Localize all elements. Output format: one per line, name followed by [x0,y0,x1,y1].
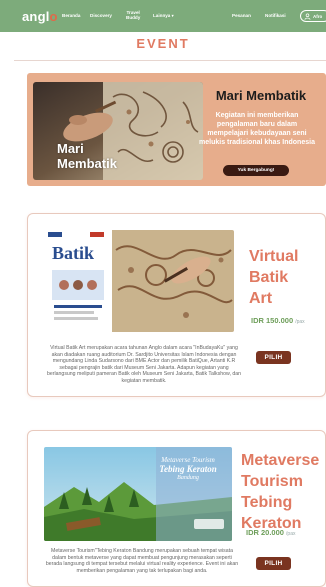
nav-travel-buddy[interactable]: Travel Buddy [126,10,140,20]
user-icon [304,12,311,20]
join-button[interactable]: Yuk Bergabung! [223,165,289,176]
event-price-virtual-batik: IDR 150.000 /pax [251,316,305,325]
event-price-metaverse: IDR 20.000 /pax [246,528,296,537]
nav-notifikasi[interactable]: Notifikasi [265,13,286,18]
top-navbar: anglo Beranda Discovery Travel Buddy Lai… [0,0,326,32]
event-title-metaverse: Metaverse Tourism Tebing Keraton [241,452,320,532]
pilih-button-metaverse[interactable]: PILIH [256,557,291,570]
nav-pesanan[interactable]: Pesanan [232,13,251,18]
event-page: anglo Beranda Discovery Travel Buddy Lai… [0,0,326,587]
poster-title: Batik [52,243,95,263]
pilih-button-virtual-batik[interactable]: PILIH [256,351,291,364]
event-description-metaverse: Metaverse Tourism"Tebing Keraton Bandung… [45,548,239,574]
profile-name: Afro [313,13,323,19]
banner-description: Kegiatan ini memberikan pengalaman baru … [199,112,315,146]
page-title: EVENT [136,36,190,51]
nav-lainnya[interactable]: Lainnya ▾ [153,13,174,18]
nav-buddy-label: Buddy [126,15,141,20]
nav-discovery[interactable]: Discovery [90,13,112,18]
chevron-down-icon: ▾ [171,13,174,18]
event-title-virtual-batik: Virtual Batik Art [249,248,299,307]
event-description-virtual-batik: Virtual Batik Art merupakan acara tahuna… [47,345,241,384]
banner-heading: Mari Membatik [215,88,307,103]
nav-lainnya-label: Lainnya [153,13,171,18]
title-divider [14,60,326,61]
profile-button[interactable]: Afro [300,10,326,22]
metaverse-poster-text: Metaverse Tourism Tebing Keraton Bandung [159,456,217,481]
banner-image-caption: Mari Membatik [57,141,117,171]
nav-beranda[interactable]: Beranda [62,13,80,18]
anglo-logo[interactable]: anglo [22,9,58,24]
